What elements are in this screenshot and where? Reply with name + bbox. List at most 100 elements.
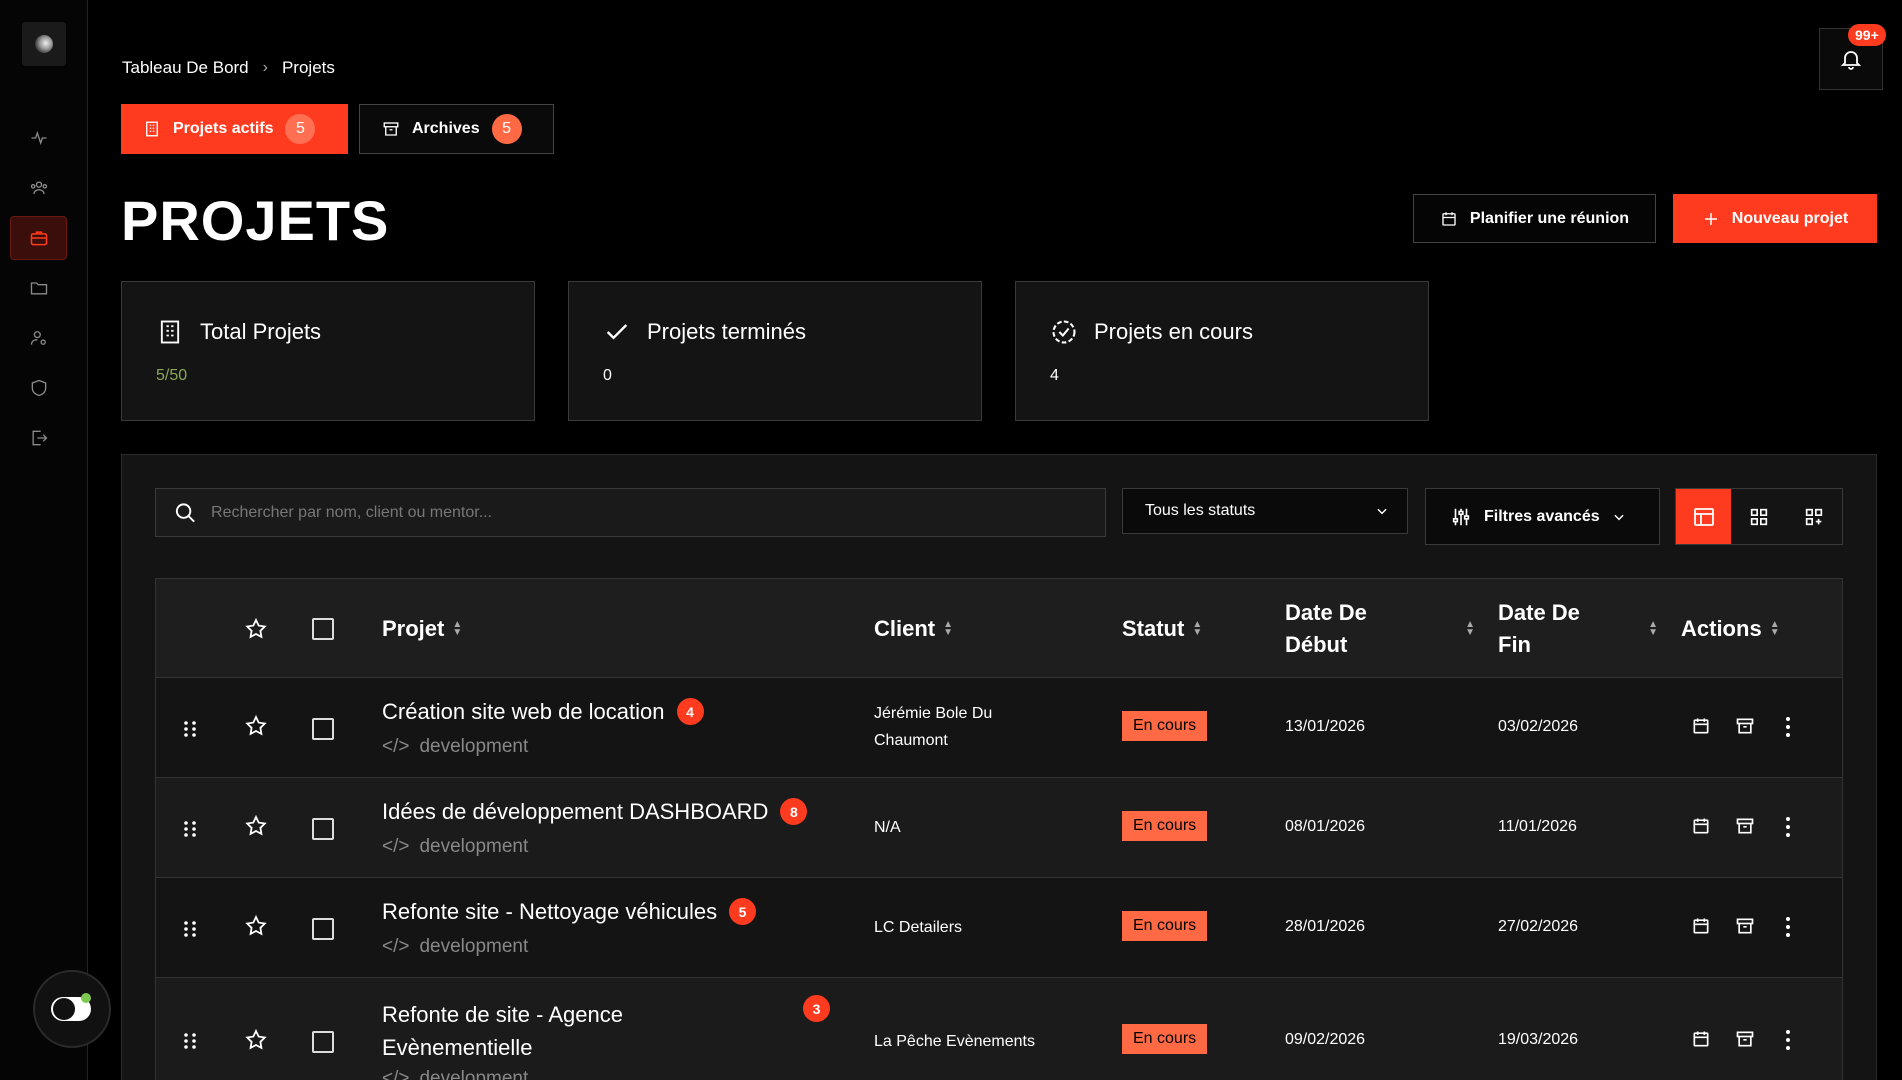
sidebar-item-activity[interactable] bbox=[10, 116, 67, 160]
star-outline-icon[interactable] bbox=[244, 814, 268, 838]
table-row[interactable]: Création site web de location 4 </> develo… bbox=[155, 678, 1843, 778]
project-tag: </> development bbox=[382, 1068, 528, 1080]
column-header-status[interactable]: Statut ▲ ▼ bbox=[1122, 579, 1202, 679]
row-checkbox[interactable] bbox=[312, 818, 334, 840]
start-date: 08/01/2026 bbox=[1285, 818, 1366, 835]
row-checkbox[interactable] bbox=[312, 918, 334, 940]
logo-icon bbox=[35, 35, 53, 53]
calendar-icon bbox=[1442, 211, 1456, 226]
select-all-checkbox[interactable] bbox=[312, 618, 334, 640]
client-name: LC Detailers bbox=[874, 919, 963, 936]
advanced-filters-button[interactable]: Filtres avancés bbox=[1425, 488, 1660, 545]
end-date: 27/02/2026 bbox=[1498, 918, 1579, 935]
grid-icon bbox=[1750, 508, 1767, 525]
drag-handle-icon[interactable] bbox=[183, 820, 197, 838]
sort-icon: ▲ ▼ bbox=[1648, 619, 1658, 638]
stat-header: Projets en cours bbox=[1050, 318, 1253, 346]
calendar-icon[interactable] bbox=[1691, 1029, 1711, 1049]
end-date: 11/01/2026 bbox=[1498, 818, 1577, 835]
column-header-label: Client bbox=[874, 616, 936, 641]
table-row[interactable]: Refonte de site - Agence Evènementielle 3… bbox=[155, 978, 1843, 1080]
tab-archives[interactable]: Archives 5 bbox=[359, 104, 554, 154]
project-name[interactable]: Refonte site - Nettoyage véhicules 5 bbox=[382, 898, 757, 925]
calendar-icon[interactable] bbox=[1691, 716, 1711, 736]
project-name[interactable]: Refonte de site - Agence Evènementielle bbox=[382, 998, 623, 1064]
drag-handle-icon[interactable] bbox=[183, 720, 197, 738]
column-header-project[interactable]: Projet ▲ ▼ bbox=[382, 579, 462, 679]
column-header-end-date[interactable]: Date De Fin ▲ ▼ bbox=[1498, 579, 1658, 679]
tab-active-projects[interactable]: Projets actifs 5 bbox=[121, 104, 348, 154]
view-custom-grid-button[interactable] bbox=[1786, 489, 1841, 544]
calendar-icon[interactable] bbox=[1691, 816, 1711, 836]
stat-header: Total Projets bbox=[156, 318, 321, 346]
new-project-button[interactable]: Nouveau projet bbox=[1673, 194, 1877, 243]
user-gear-icon bbox=[30, 331, 46, 345]
status-filter-select[interactable]: Tous les statuts bbox=[1122, 488, 1408, 534]
client-name-line: Jérémie Bole Du bbox=[874, 705, 993, 722]
archive-icon[interactable] bbox=[1735, 716, 1755, 736]
calendar-icon[interactable] bbox=[1691, 916, 1711, 936]
sidebar-item-folders[interactable] bbox=[10, 266, 67, 310]
star-outline-icon[interactable] bbox=[244, 914, 268, 938]
project-tag-text: development bbox=[419, 1068, 529, 1080]
row-checkbox[interactable] bbox=[312, 1031, 334, 1053]
grid-plus-icon bbox=[1805, 508, 1822, 525]
project-count-badge: 5 bbox=[729, 898, 757, 925]
stat-card-in-progress: Projets en cours 4 bbox=[1015, 281, 1429, 421]
column-header-start-date[interactable]: Date De Début ▲ ▼ bbox=[1285, 579, 1475, 679]
drag-handle-icon[interactable] bbox=[183, 920, 197, 938]
more-vertical-icon[interactable] bbox=[1784, 916, 1792, 938]
row-checkbox[interactable] bbox=[312, 718, 334, 740]
search-input[interactable] bbox=[211, 503, 1087, 522]
view-table-button[interactable] bbox=[1676, 489, 1731, 544]
archive-icon[interactable] bbox=[1735, 916, 1755, 936]
view-grid-button[interactable] bbox=[1731, 489, 1786, 544]
archive-icon[interactable] bbox=[1735, 816, 1755, 836]
column-header-label-line: Date De bbox=[1498, 600, 1580, 625]
drag-handle-icon[interactable] bbox=[183, 1032, 197, 1050]
logout-icon bbox=[32, 430, 47, 446]
column-header-client[interactable]: Client ▲ ▼ bbox=[874, 579, 953, 679]
code-icon: </> bbox=[382, 936, 410, 957]
project-count-badge: 4 bbox=[676, 698, 704, 725]
briefcase-icon bbox=[30, 231, 47, 246]
code-icon: </> bbox=[382, 836, 410, 857]
more-vertical-icon[interactable] bbox=[1784, 816, 1792, 838]
project-name-line: Evènementielle bbox=[382, 1035, 533, 1060]
column-header-label: Actions bbox=[1681, 616, 1762, 641]
project-name-line: Refonte de site - Agence bbox=[382, 1002, 623, 1027]
sidebar-item-projects[interactable] bbox=[10, 216, 67, 260]
status-filter-value: Tous les statuts bbox=[1145, 502, 1256, 519]
more-vertical-icon[interactable] bbox=[1784, 1029, 1792, 1051]
more-vertical-icon[interactable] bbox=[1784, 716, 1792, 738]
theme-toggle[interactable] bbox=[33, 970, 111, 1048]
stat-header: Projets terminés bbox=[603, 318, 806, 346]
stat-label: Projets en cours bbox=[1094, 319, 1253, 344]
column-header-actions[interactable]: Actions ▲ ▼ bbox=[1681, 579, 1780, 679]
app-logo[interactable] bbox=[22, 22, 66, 66]
archive-icon[interactable] bbox=[1735, 1029, 1755, 1049]
star-outline-icon[interactable] bbox=[244, 1028, 268, 1052]
star-outline-icon[interactable] bbox=[244, 714, 268, 738]
schedule-meeting-button[interactable]: Planifier une réunion bbox=[1413, 194, 1656, 243]
stat-card-total: Total Projets 5/50 bbox=[121, 281, 535, 421]
sidebar-item-logout[interactable] bbox=[10, 416, 67, 460]
tab-label: Archives bbox=[412, 120, 480, 137]
projects-table: Projet ▲ ▼ Client ▲ ▼ Statut ▲ ▼ Date De Déb… bbox=[155, 578, 1843, 1080]
table-icon bbox=[1693, 507, 1714, 526]
breadcrumb-root[interactable]: Tableau De Bord bbox=[122, 58, 249, 78]
table-row[interactable]: Idées de développement DASHBOARD 8 </> dev… bbox=[155, 778, 1843, 878]
sidebar-item-team[interactable] bbox=[10, 166, 67, 210]
table-row[interactable]: Refonte site - Nettoyage véhicules 5 </> d… bbox=[155, 878, 1843, 978]
search-box[interactable] bbox=[155, 488, 1106, 537]
sort-icon: ▲ ▼ bbox=[1769, 619, 1780, 638]
project-name[interactable]: Création site web de location 4 bbox=[382, 698, 704, 725]
status-badge: En cours bbox=[1122, 911, 1208, 941]
sidebar-item-user-settings[interactable] bbox=[10, 316, 67, 360]
project-name[interactable]: Idées de développement DASHBOARD 8 bbox=[382, 798, 808, 825]
sort-icon: ▲ ▼ bbox=[1465, 619, 1475, 638]
column-header-label-line: Date De bbox=[1285, 600, 1367, 625]
project-count-badge: 3 bbox=[803, 995, 830, 1022]
sidebar-item-security[interactable] bbox=[10, 366, 67, 410]
star-outline-icon[interactable] bbox=[244, 617, 268, 641]
